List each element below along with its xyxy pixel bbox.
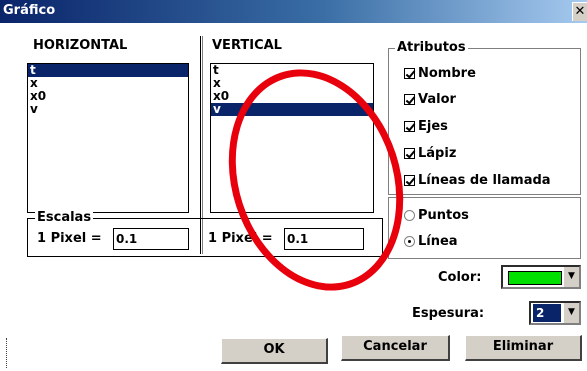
horizontal-item-x[interactable]: x (28, 77, 188, 90)
column-divider (200, 36, 201, 254)
radio-puntos[interactable]: Puntos (404, 208, 469, 223)
title-bar: Gráfico ✕ (0, 0, 587, 23)
espesura-label: Espesura: (412, 306, 485, 321)
horizontal-item-x0[interactable]: x0 (28, 90, 188, 103)
radio-linea-label: Línea (418, 234, 458, 249)
resize-grip (6, 338, 11, 368)
close-icon[interactable]: ✕ (572, 2, 587, 21)
modo-group (388, 197, 581, 259)
horizontal-scale-input[interactable]: 0.1 (113, 228, 189, 250)
checkbox-lineas-de-llamada[interactable]: Líneas de llamada (404, 173, 551, 188)
checkbox-lineas-de-llamada-box[interactable] (404, 175, 415, 186)
column-divider-shadow (202, 36, 203, 254)
vertical-header: VERTICAL (212, 38, 282, 53)
escalas-left-rule (27, 218, 28, 256)
radio-linea[interactable]: Línea (404, 234, 458, 249)
espesura-select[interactable]: 2 ▼ (529, 301, 581, 325)
horizontal-list[interactable]: t x x0 v (27, 63, 189, 213)
checkbox-nombre[interactable]: Nombre (404, 66, 476, 81)
chevron-down-icon[interactable]: ▼ (563, 303, 579, 323)
cancel-button[interactable]: Cancelar (341, 335, 450, 361)
horizontal-item-v[interactable]: v (28, 103, 188, 116)
checkbox-lineas-de-llamada-label: Líneas de llamada (418, 173, 551, 188)
horizontal-item-t[interactable]: t (28, 64, 188, 77)
checkbox-lapiz-box[interactable] (404, 148, 415, 159)
color-select[interactable]: ▼ (501, 265, 581, 289)
checkbox-nombre-box[interactable] (404, 68, 415, 79)
checkbox-valor-box[interactable] (404, 94, 415, 105)
checkbox-valor-label: Valor (418, 92, 456, 107)
window-title: Gráfico (3, 3, 56, 18)
checkbox-valor[interactable]: Valor (404, 92, 456, 107)
radio-puntos-label: Puntos (418, 208, 469, 223)
checkbox-ejes-label: Ejes (418, 119, 448, 134)
ok-button[interactable]: OK (221, 338, 328, 364)
color-label: Color: (438, 270, 482, 285)
atributos-title: Atributos (395, 40, 468, 55)
checkbox-nombre-label: Nombre (418, 66, 476, 81)
espesura-value: 2 (533, 304, 561, 322)
checkbox-lapiz[interactable]: Lápiz (404, 146, 456, 161)
delete-button[interactable]: Eliminar (465, 335, 582, 361)
chevron-down-icon[interactable]: ▼ (563, 267, 579, 287)
checkbox-lapiz-label: Lápiz (418, 146, 457, 161)
checkbox-ejes[interactable]: Ejes (404, 119, 448, 134)
checkbox-ejes-box[interactable] (404, 121, 415, 132)
horizontal-scale-label: 1 Pixel = (37, 231, 102, 246)
horizontal-header: HORIZONTAL (33, 38, 128, 53)
escalas-title: Escalas (35, 210, 94, 225)
radio-puntos-circle[interactable] (404, 210, 415, 221)
radio-linea-circle[interactable] (404, 236, 415, 247)
color-swatch (508, 271, 562, 285)
